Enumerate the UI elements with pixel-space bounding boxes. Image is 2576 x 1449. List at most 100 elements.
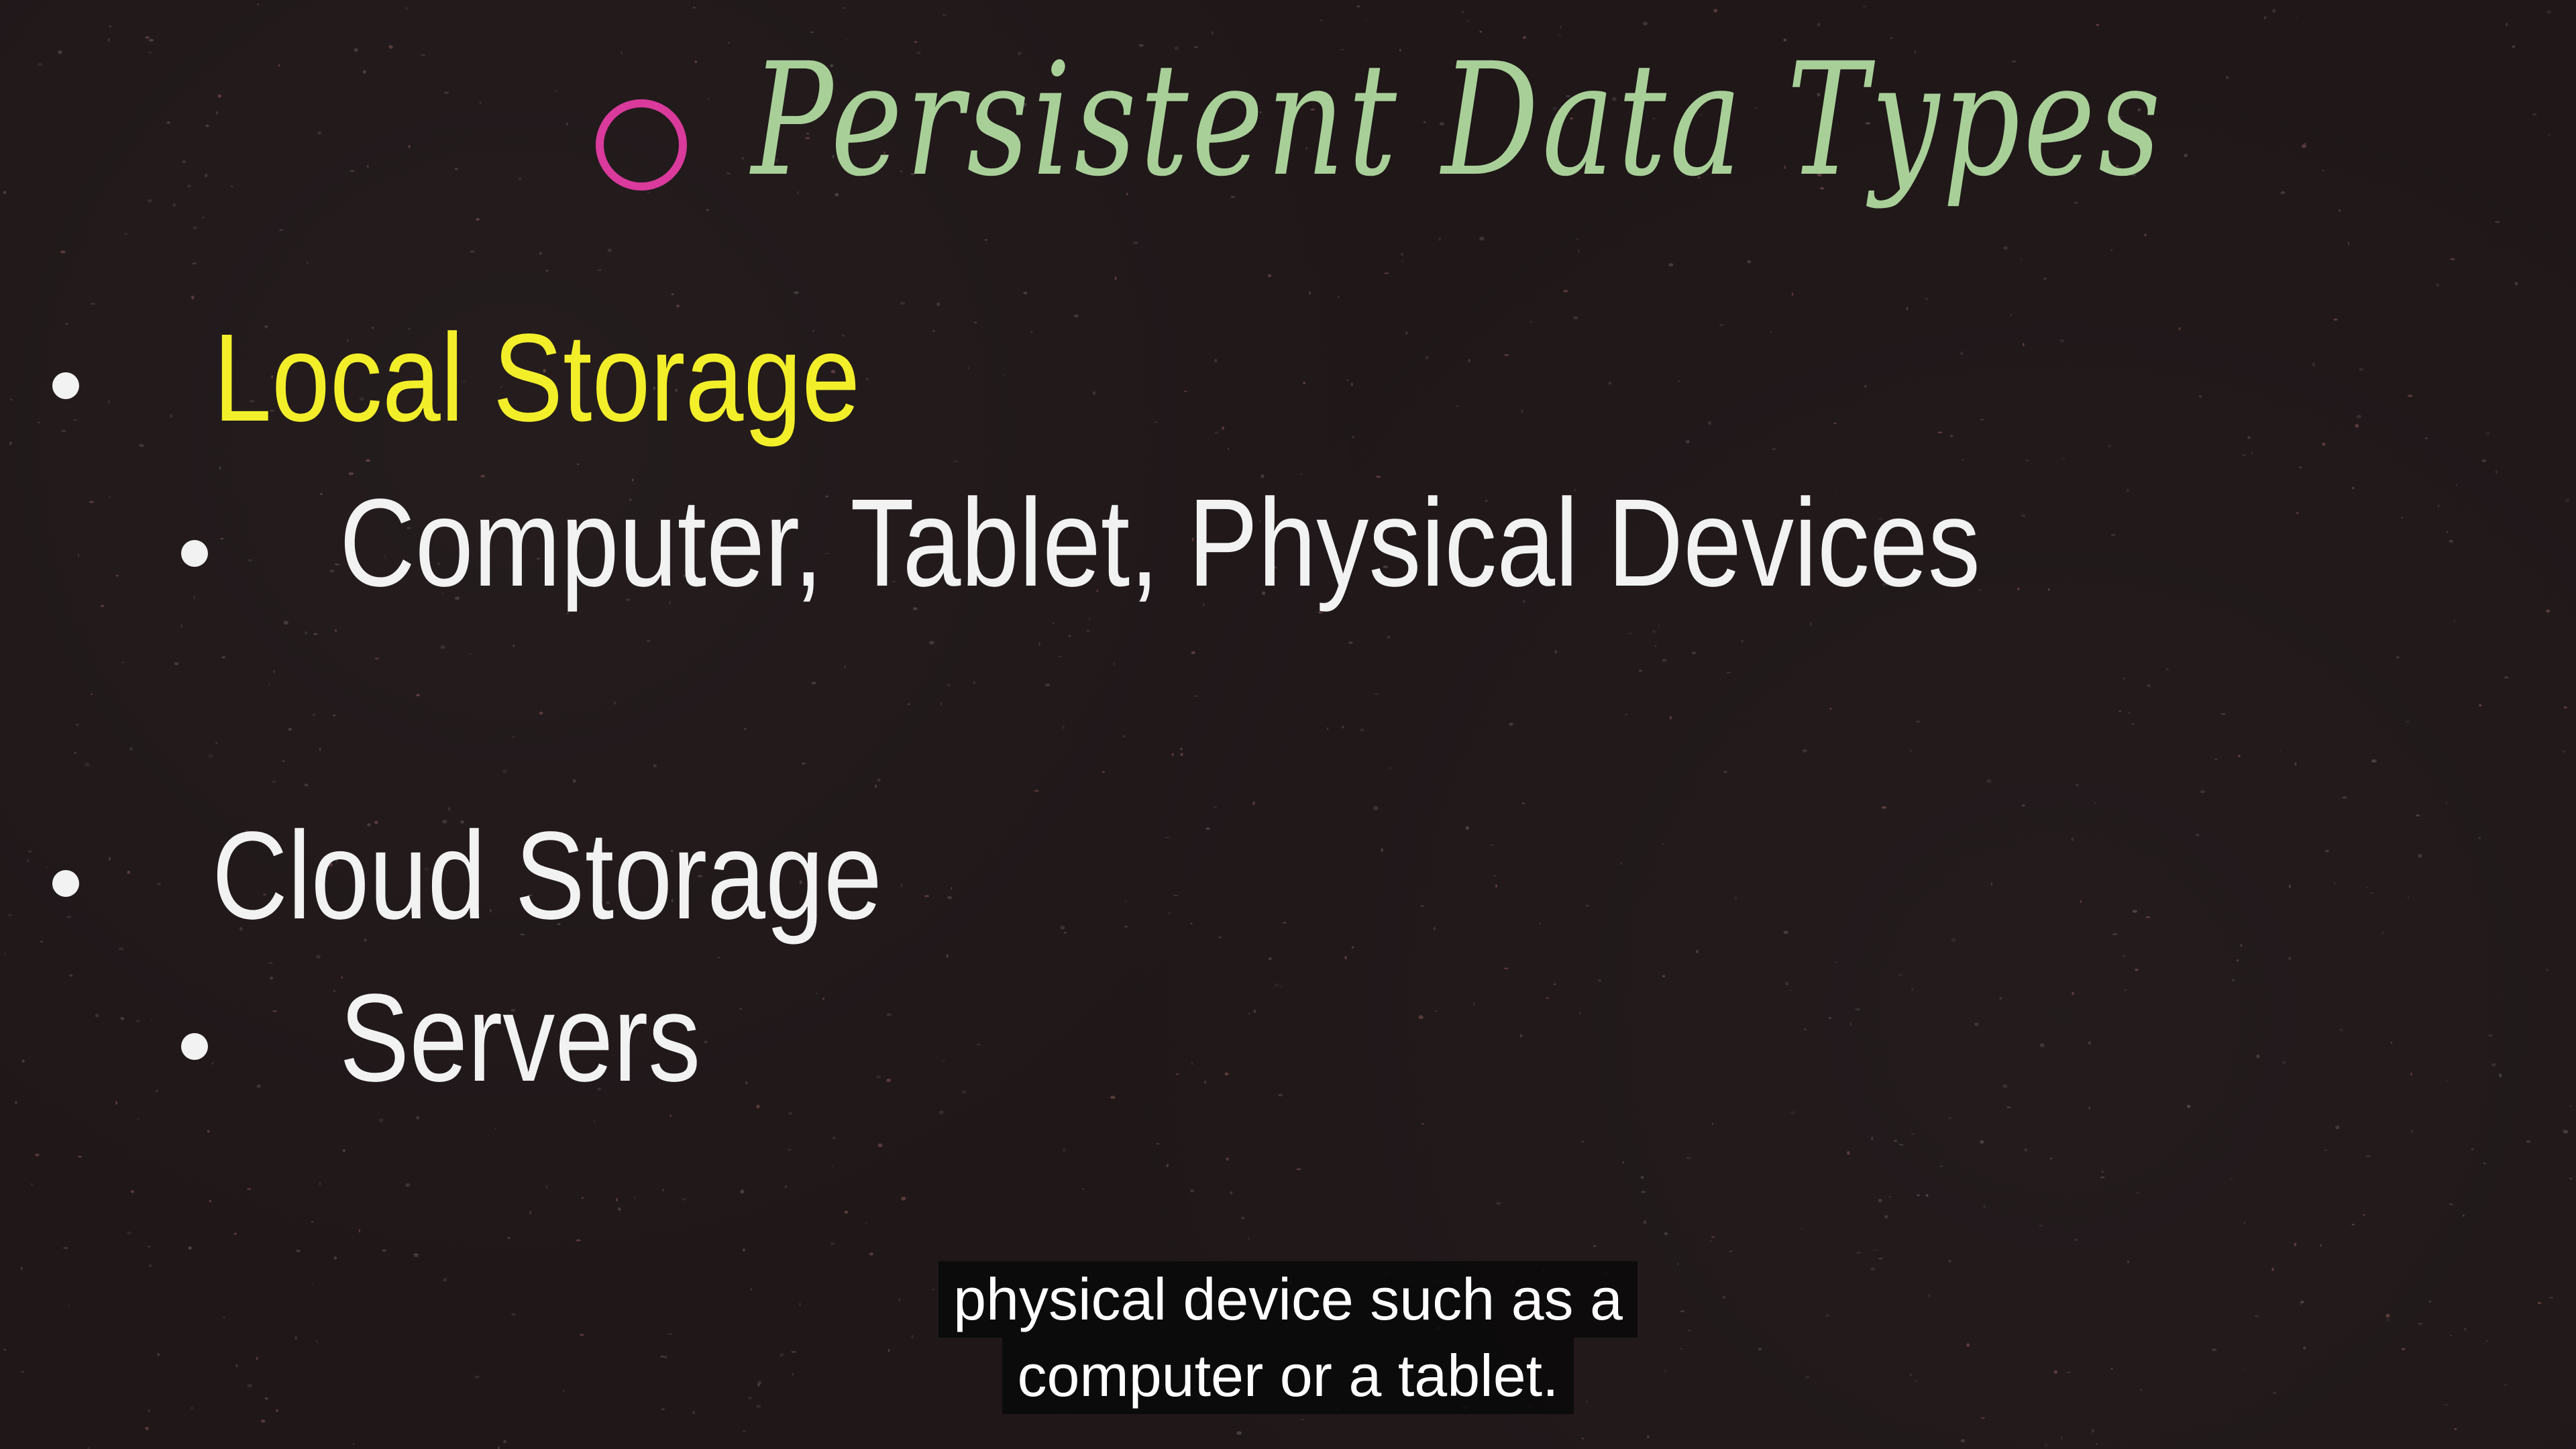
speckle [1381, 848, 1383, 852]
speckle [319, 1181, 321, 1185]
speckle [2407, 896, 2410, 898]
speckle [2506, 22, 2508, 27]
caption-line: computer or a tablet. [1002, 1338, 1574, 1414]
speckle [470, 250, 475, 253]
speckle [180, 624, 182, 628]
speckle [1723, 770, 1727, 773]
speckle [1278, 1093, 1283, 1097]
speckle [2446, 531, 2448, 534]
speckle [1360, 728, 1364, 732]
speckle [1711, 1122, 1713, 1125]
speckle [2359, 368, 2364, 371]
speckle [1974, 1022, 1979, 1026]
speckle [613, 701, 616, 705]
speckle [907, 703, 911, 705]
speckle [1113, 661, 1116, 666]
speckle [1572, 315, 1578, 320]
speckle [1809, 623, 1813, 626]
speckle [932, 330, 935, 332]
speckle [1374, 693, 1379, 695]
speckle [209, 1199, 212, 1203]
speckle [2135, 1191, 2140, 1194]
speckle [1949, 434, 1953, 438]
speckle [938, 1110, 945, 1115]
speckle [1685, 439, 1690, 444]
speckle [2333, 318, 2338, 321]
speckle [519, 176, 521, 181]
speckle [900, 302, 906, 305]
speckle [65, 323, 68, 325]
speckle [1479, 236, 1485, 241]
speckle [1060, 925, 1065, 930]
speckle [706, 209, 709, 211]
speckle [334, 563, 339, 566]
speckle [272, 669, 275, 674]
speckle [1624, 714, 1628, 716]
speckle [2147, 684, 2151, 688]
speckle [1252, 801, 1255, 806]
speckle [1085, 630, 1091, 632]
speckle [1864, 384, 1867, 388]
speckle [1204, 1080, 1206, 1084]
speckle [901, 1196, 906, 1201]
speckle [1218, 936, 1222, 938]
speckle [1585, 905, 1589, 907]
speckle [676, 305, 680, 308]
speckle [1496, 1201, 1501, 1205]
speckle [2061, 458, 2065, 460]
speckle [946, 954, 949, 958]
speckle [815, 992, 818, 995]
speckle [157, 882, 161, 886]
speckle [1980, 419, 1984, 421]
speckle [844, 1210, 849, 1214]
speckle [268, 683, 271, 687]
speckle [1628, 633, 1633, 635]
speckle [2220, 712, 2226, 715]
speckle [646, 640, 651, 642]
speckle [1641, 1190, 1646, 1193]
speckle [633, 1195, 637, 1199]
speckle [2407, 394, 2413, 397]
speckle [1503, 967, 1509, 969]
speckle [2563, 1130, 2569, 1134]
speckle [2288, 884, 2292, 889]
speckle [219, 466, 221, 470]
speckle [1686, 1157, 1691, 1159]
speckle [1733, 896, 1737, 900]
speckle [304, 784, 309, 787]
speckle [2351, 1224, 2355, 1226]
speckle [1669, 716, 1672, 720]
speckle [283, 621, 288, 625]
speckle [2438, 504, 2440, 508]
speckle [1490, 844, 1494, 846]
speckle [567, 612, 569, 615]
speckle [1002, 374, 1005, 376]
speckle [378, 1118, 384, 1122]
speckle [288, 727, 292, 731]
speckle [342, 1149, 345, 1152]
speckle [940, 1060, 946, 1062]
speckle [1224, 1072, 1229, 1076]
speckle [2450, 258, 2455, 260]
speckle-texture [3, 3, 2573, 1449]
speckle [260, 1419, 266, 1423]
speckle [662, 1189, 664, 1191]
speckle [1664, 1232, 1668, 1236]
speckle [1267, 274, 1272, 278]
speckle [947, 684, 951, 687]
speckle [1785, 981, 1789, 986]
speckle [1581, 1140, 1585, 1144]
speckle [1030, 331, 1033, 333]
speckle [2406, 720, 2410, 723]
speckle [1772, 448, 1776, 450]
speckle [2546, 968, 2548, 972]
speckle [216, 111, 218, 115]
speckle [1999, 997, 2002, 1000]
speckle [1893, 1139, 1898, 1142]
speckle [1062, 725, 1065, 729]
speckle [1713, 9, 1718, 13]
speckle [1214, 358, 1218, 363]
speckle [2022, 342, 2025, 347]
speckle [123, 232, 129, 235]
speckle [137, 1118, 140, 1120]
